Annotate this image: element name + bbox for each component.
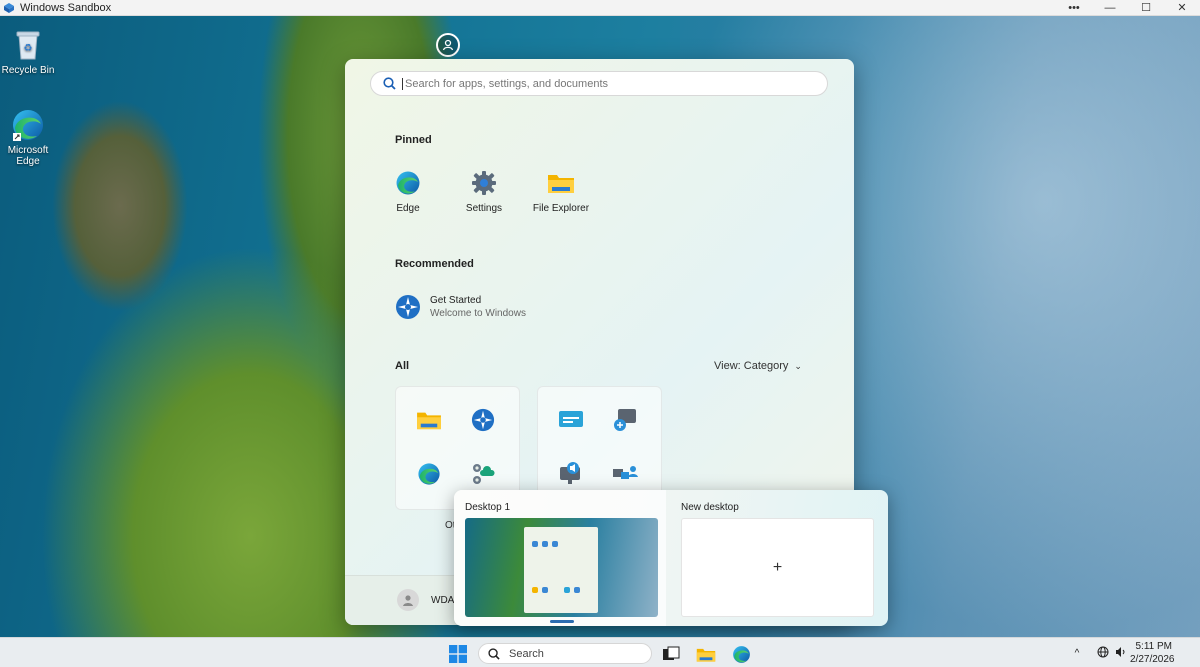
new-desktop-button[interactable]: +: [681, 518, 874, 617]
display-icon: [558, 407, 584, 433]
taskbar-clock[interactable]: 5:11 PM 2/27/2026: [1130, 640, 1200, 666]
plus-icon: +: [772, 558, 783, 576]
desktop-icon-label: Recycle Bin: [1, 65, 55, 76]
view-category-label: View: Category: [714, 360, 789, 372]
recommended-item-title: Get Started: [430, 295, 482, 306]
task-view-button[interactable]: [661, 644, 681, 664]
edge-icon: [416, 461, 442, 487]
get-started-icon: [396, 295, 420, 319]
folder-icon: [696, 648, 716, 662]
taskbar: Search ^ 5:11 PM 2/27/2026: [0, 637, 1200, 667]
search-icon: [383, 77, 396, 90]
active-desktop-indicator: [550, 620, 574, 623]
pinned-app-settings[interactable]: Settings: [449, 169, 519, 214]
pinned-app-label: Settings: [465, 203, 503, 214]
start-search-box[interactable]: [370, 71, 828, 96]
search-icon: [488, 647, 500, 660]
all-apps-heading: All: [395, 360, 410, 372]
settings-cloud-icon: [470, 461, 496, 487]
recommended-heading: Recommended: [395, 258, 474, 270]
user-account-icon[interactable]: [436, 33, 460, 57]
recommended-item-get-started[interactable]: Get Started Welcome to Windows: [395, 294, 526, 320]
pinned-app-label: Edge: [396, 203, 420, 214]
desktop-icon-label: Microsoft Edge: [7, 145, 49, 167]
network-users-icon: [612, 461, 638, 487]
start-search-input[interactable]: [402, 77, 802, 90]
pinned-app-label: File Explorer: [532, 203, 590, 214]
settings-gear-icon: [470, 169, 498, 197]
desktop-card-label: Desktop 1: [465, 502, 511, 513]
window-title: Windows Sandbox: [20, 1, 112, 14]
window-title-bar: Windows Sandbox ••• — ☐ ✕: [0, 0, 1200, 16]
sandbox-app-icon: [4, 2, 14, 13]
desktop-1-thumbnail[interactable]: [465, 518, 658, 617]
windows-logo-icon: [449, 645, 467, 663]
desktop-icon-edge[interactable]: Microsoft Edge: [0, 108, 56, 167]
taskbar-edge[interactable]: [731, 644, 751, 664]
pinned-app-edge[interactable]: Edge: [373, 169, 443, 214]
folder-icon: [547, 169, 575, 197]
minimize-button[interactable]: —: [1092, 0, 1128, 16]
desktop-card-label: New desktop: [681, 502, 739, 513]
taskbar-file-explorer[interactable]: [696, 644, 716, 664]
get-started-icon: [470, 407, 496, 433]
taskbar-search-label: Search: [509, 647, 544, 660]
volume-icon[interactable]: [1112, 646, 1130, 661]
screen-speaker-icon: [558, 461, 584, 487]
edge-icon: [732, 645, 750, 663]
taskbar-search-box[interactable]: Search: [478, 643, 652, 664]
recommended-item-subtitle: Welcome to Windows: [430, 308, 526, 319]
close-button[interactable]: ✕: [1164, 0, 1200, 16]
pinned-heading: Pinned: [395, 134, 432, 146]
task-view-icon: [663, 646, 680, 660]
clock-date: 2/27/2026: [1130, 654, 1175, 665]
svg-text:♻: ♻: [24, 43, 33, 54]
start-button[interactable]: [448, 644, 468, 664]
clock-time: 5:11 PM: [1135, 641, 1173, 652]
show-hidden-icons-chevron[interactable]: ^: [1068, 648, 1086, 659]
new-desktop-card[interactable]: New desktop +: [670, 490, 882, 626]
desktop-1-card[interactable]: Desktop 1: [454, 490, 666, 626]
folder-icon: [416, 407, 442, 433]
network-globe-icon[interactable]: [1094, 646, 1112, 661]
user-avatar[interactable]: [397, 589, 419, 611]
desktop-icon-recycle-bin[interactable]: ♻ Recycle Bin: [0, 28, 56, 76]
edge-icon: [394, 169, 422, 197]
view-category-dropdown[interactable]: View: Category ⌄: [714, 360, 802, 372]
mini-start-menu-preview: [524, 527, 598, 613]
chevron-down-icon: ⌄: [794, 360, 802, 371]
pinned-app-file-explorer[interactable]: File Explorer: [526, 169, 596, 214]
recycle-bin-icon: ♻: [11, 28, 45, 62]
virtual-desktops-flyout: Desktop 1 New desktop +: [454, 490, 888, 626]
maximize-button[interactable]: ☐: [1128, 0, 1164, 16]
remote-desktop-icon: [612, 407, 638, 433]
edge-icon: [11, 108, 45, 142]
more-options-button[interactable]: •••: [1056, 0, 1092, 16]
system-tray: ^ 5:11 PM 2/27/2026: [1068, 638, 1200, 667]
